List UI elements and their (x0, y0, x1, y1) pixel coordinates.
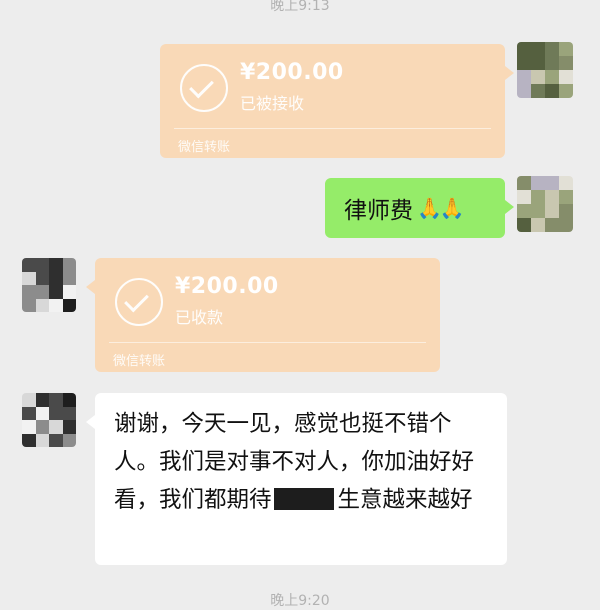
timestamp-bottom: 晚上9:20 (270, 593, 330, 609)
sent-message-bubble[interactable]: 律师费 🙏🙏 (325, 178, 514, 238)
timestamp-top: 晚上9:13 (270, 0, 330, 14)
transfer-status: 已被接收 (240, 94, 305, 113)
contact-avatar[interactable] (22, 258, 76, 312)
transfer-amount: ¥200.00 (175, 274, 279, 299)
transfer-status: 已收款 (175, 308, 224, 327)
redaction-block (273, 488, 334, 510)
transfer-source: 微信转账 (178, 140, 231, 155)
message-text-part2: 生意越来越好 (337, 487, 473, 513)
check-circle-icon (180, 64, 228, 112)
transfer-divider (109, 342, 426, 343)
received-message-bubble[interactable]: 谢谢，今天一见，感觉也挺不错个人。我们是对事不对人，你加油好好看，我们都期待 生意… (86, 393, 507, 565)
praying-hands-emoji: 🙏🙏 (417, 196, 465, 220)
received-transfer-card[interactable]: ¥200.00 已收款 微信转账 (86, 258, 440, 372)
sent-transfer-card[interactable]: ¥200.00 已被接收 微信转账 (160, 44, 514, 158)
message-text: 谢谢，今天一见，感觉也挺不错个人。我们是对事不对人，你加油好好看，我们都期待 生意… (114, 405, 493, 519)
message-text: 律师费 (344, 198, 413, 224)
contact-avatar[interactable] (22, 393, 76, 447)
transfer-amount: ¥200.00 (240, 60, 344, 85)
transfer-source: 微信转账 (113, 354, 166, 369)
self-avatar[interactable] (517, 42, 573, 98)
transfer-divider (174, 128, 491, 129)
self-avatar[interactable] (517, 176, 573, 232)
check-circle-icon (115, 278, 163, 326)
